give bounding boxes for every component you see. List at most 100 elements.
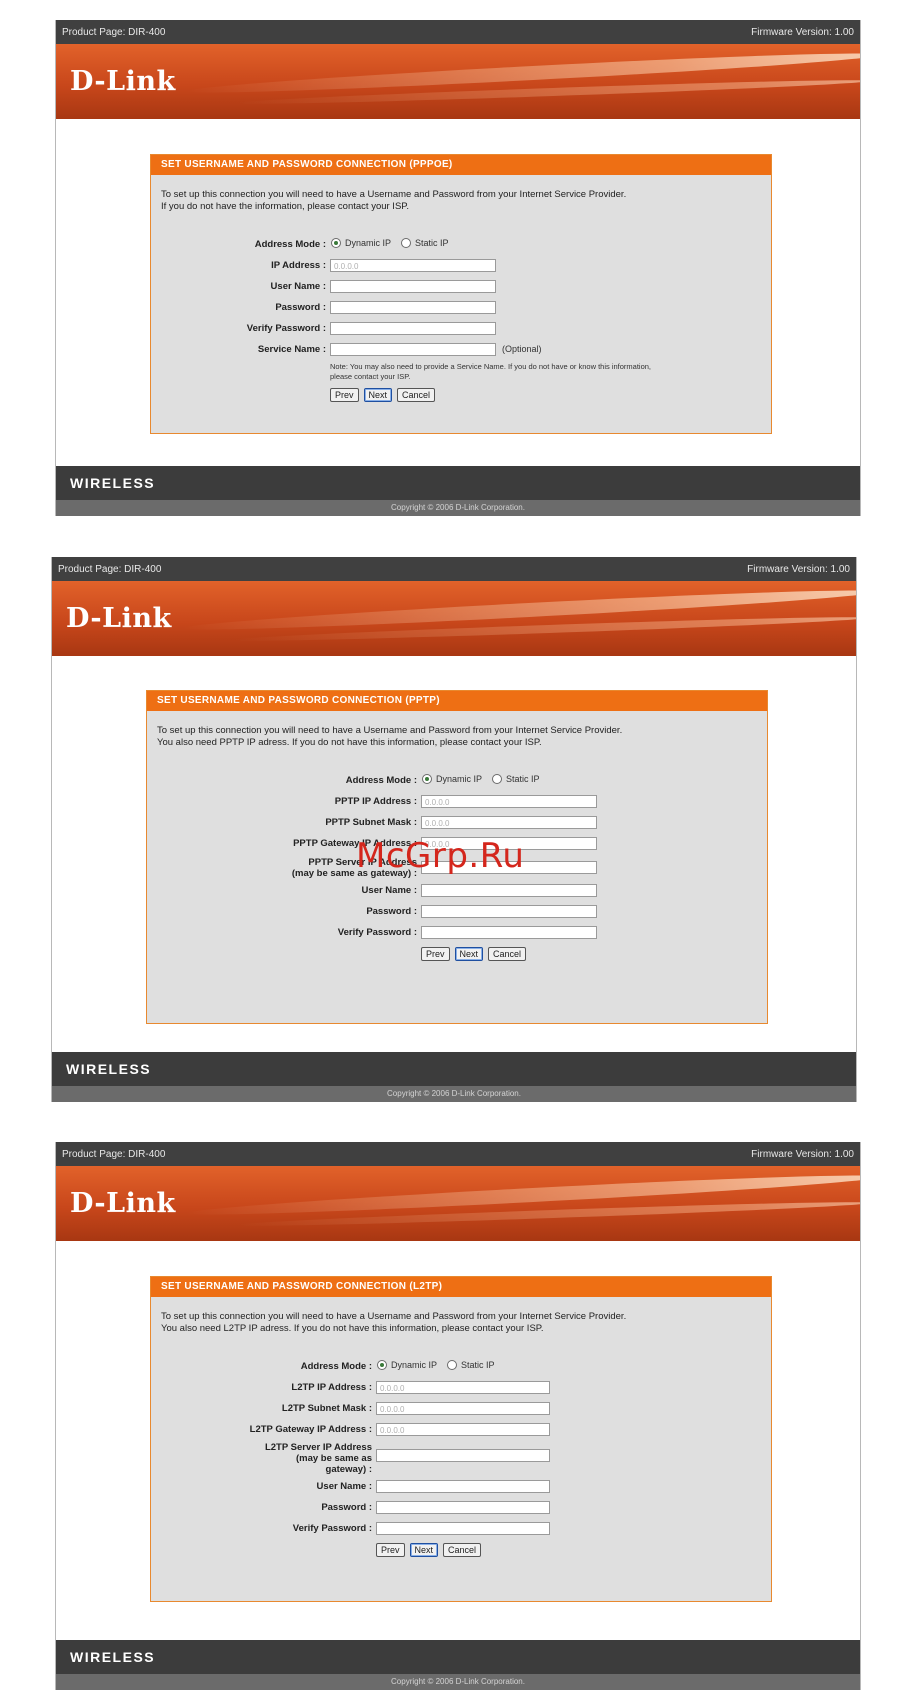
address-mode-group: Dynamic IP Static IP — [377, 1360, 495, 1370]
user-name-input[interactable] — [421, 884, 597, 897]
password-label: Password : — [275, 302, 326, 313]
verify-password-label: Verify Password : — [246, 323, 326, 334]
address-mode-group: Dynamic IP Static IP — [422, 774, 540, 784]
panel-title: SET USERNAME AND PASSWORD CONNECTION (L2… — [151, 1277, 771, 1297]
intro-text: To set up this connection you will need … — [161, 1311, 761, 1335]
optional-label: (Optional) — [502, 344, 542, 354]
product-page-label: Product Page: DIR-400 — [62, 26, 166, 38]
l2tp-panel: SET USERNAME AND PASSWORD CONNECTION (L2… — [150, 1276, 772, 1602]
copyright-text: Copyright © 2006 D-Link Corporation. — [56, 1674, 860, 1690]
l2tp-server-input[interactable] — [376, 1449, 550, 1462]
dynamic-ip-radio[interactable] — [422, 774, 432, 784]
main-content: SET USERNAME AND PASSWORD CONNECTION (PP… — [56, 119, 860, 466]
l2tp-subnet-mask-label: L2TP Subnet Mask : — [281, 1403, 372, 1414]
dlink-logo: D-Link — [70, 66, 176, 97]
header-banner: D-Link — [52, 581, 856, 656]
password-label: Password : — [321, 1502, 372, 1513]
wireless-footer: WIRELESS — [56, 1640, 860, 1674]
button-row: Prev Next Cancel — [421, 947, 527, 961]
l2tp-gateway-input[interactable]: 0.0.0.0 — [376, 1423, 550, 1436]
static-ip-radio[interactable] — [447, 1360, 458, 1370]
static-ip-radio[interactable] — [492, 774, 503, 784]
prev-button[interactable]: Prev — [330, 388, 359, 402]
product-page-label: Product Page: DIR-400 — [62, 1148, 166, 1160]
password-input[interactable] — [376, 1501, 550, 1514]
cancel-button[interactable]: Cancel — [397, 388, 436, 402]
verify-password-label: Verify Password : — [292, 1523, 372, 1534]
password-input[interactable] — [421, 905, 597, 918]
cancel-button[interactable]: Cancel — [443, 1543, 482, 1557]
dynamic-ip-radio[interactable] — [331, 238, 341, 248]
main-content: SET USERNAME AND PASSWORD CONNECTION (L2… — [56, 1241, 860, 1640]
next-button[interactable]: Next — [409, 1543, 439, 1557]
dlink-logo: D-Link — [70, 1188, 176, 1219]
verify-password-input[interactable] — [376, 1522, 550, 1535]
watermark-text: McGrp.Ru — [356, 836, 525, 876]
verify-password-input[interactable] — [330, 322, 496, 335]
intro-line-2: You also need PPTP IP adress. If you do … — [157, 737, 542, 748]
screen-pppoe: Product Page: DIR-400 Firmware Version: … — [55, 20, 861, 516]
static-ip-radio[interactable] — [401, 238, 412, 248]
ip-address-input[interactable]: 0.0.0.0 — [330, 259, 496, 272]
screen-pptp: Product Page: DIR-400 Firmware Version: … — [51, 557, 857, 1102]
l2tp-gateway-label: L2TP Gateway IP Address : — [249, 1424, 372, 1435]
dlink-logo: D-Link — [66, 603, 172, 634]
service-name-note: Note: You may also need to provide a Ser… — [330, 362, 760, 382]
static-ip-label: Static IP — [415, 238, 449, 248]
service-name-input[interactable] — [330, 343, 496, 356]
intro-line-2: You also need L2TP IP adress. If you do … — [161, 1323, 544, 1334]
top-bar: Product Page: DIR-400 Firmware Version: … — [52, 557, 856, 581]
wireless-footer: WIRELESS — [52, 1052, 856, 1086]
panel-title: SET USERNAME AND PASSWORD CONNECTION (PP… — [147, 691, 767, 711]
prev-button[interactable]: Prev — [376, 1543, 405, 1557]
static-ip-label: Static IP — [506, 774, 540, 784]
cancel-button[interactable]: Cancel — [488, 947, 527, 961]
user-name-label: User Name : — [361, 885, 417, 896]
l2tp-subnet-mask-input[interactable]: 0.0.0.0 — [376, 1402, 550, 1415]
top-bar: Product Page: DIR-400 Firmware Version: … — [56, 20, 860, 44]
screen-l2tp: Product Page: DIR-400 Firmware Version: … — [55, 1142, 861, 1690]
static-ip-label: Static IP — [461, 1360, 495, 1370]
pppoe-panel: SET USERNAME AND PASSWORD CONNECTION (PP… — [150, 154, 772, 434]
verify-password-input[interactable] — [421, 926, 597, 939]
user-name-label: User Name : — [270, 281, 326, 292]
l2tp-server-label-line-1: L2TP Server IP Address — [264, 1442, 372, 1453]
note-line-1: Note: You may also need to provide a Ser… — [330, 362, 652, 371]
pptp-ip-address-label: PPTP IP Address : — [334, 796, 417, 807]
service-name-label: Service Name : — [257, 344, 326, 355]
address-mode-group: Dynamic IP Static IP — [331, 238, 449, 248]
dynamic-ip-label: Dynamic IP — [391, 1360, 438, 1370]
l2tp-ip-address-input[interactable]: 0.0.0.0 — [376, 1381, 550, 1394]
ip-address-label: IP Address : — [271, 260, 326, 271]
l2tp-server-label-line-2: (may be same as — [295, 1453, 372, 1464]
prev-button[interactable]: Prev — [421, 947, 450, 961]
intro-line-1: To set up this connection you will need … — [161, 189, 627, 200]
intro-line-2: If you do not have the information, plea… — [161, 201, 410, 212]
dynamic-ip-label: Dynamic IP — [345, 238, 392, 248]
button-row: Prev Next Cancel — [376, 1543, 482, 1557]
dynamic-ip-label: Dynamic IP — [436, 774, 483, 784]
verify-password-label: Verify Password : — [337, 927, 417, 938]
button-row: Prev Next Cancel — [330, 388, 436, 402]
intro-text: To set up this connection you will need … — [161, 189, 761, 213]
intro-line-1: To set up this connection you will need … — [157, 725, 623, 736]
address-mode-label: Address Mode : — [300, 1361, 372, 1372]
firmware-version-label: Firmware Version: 1.00 — [747, 563, 850, 575]
wireless-footer: WIRELESS — [56, 466, 860, 500]
next-button[interactable]: Next — [363, 388, 393, 402]
dynamic-ip-radio[interactable] — [377, 1360, 387, 1370]
panel-title: SET USERNAME AND PASSWORD CONNECTION (PP… — [151, 155, 771, 175]
pptp-subnet-mask-input[interactable]: 0.0.0.0 — [421, 816, 597, 829]
next-button[interactable]: Next — [454, 947, 484, 961]
l2tp-server-label-line-3: gateway) : — [325, 1464, 372, 1475]
header-banner: D-Link — [56, 1166, 860, 1241]
password-input[interactable] — [330, 301, 496, 314]
pptp-ip-address-input[interactable]: 0.0.0.0 — [421, 795, 597, 808]
user-name-input[interactable] — [376, 1480, 550, 1493]
user-name-label: User Name : — [316, 1481, 372, 1492]
l2tp-server-label: L2TP Server IP Address (may be same as g… — [151, 1442, 372, 1475]
user-name-input[interactable] — [330, 280, 496, 293]
note-line-2: please contact your ISP. — [330, 372, 411, 381]
intro-text: To set up this connection you will need … — [157, 725, 757, 749]
product-page-label: Product Page: DIR-400 — [58, 563, 162, 575]
